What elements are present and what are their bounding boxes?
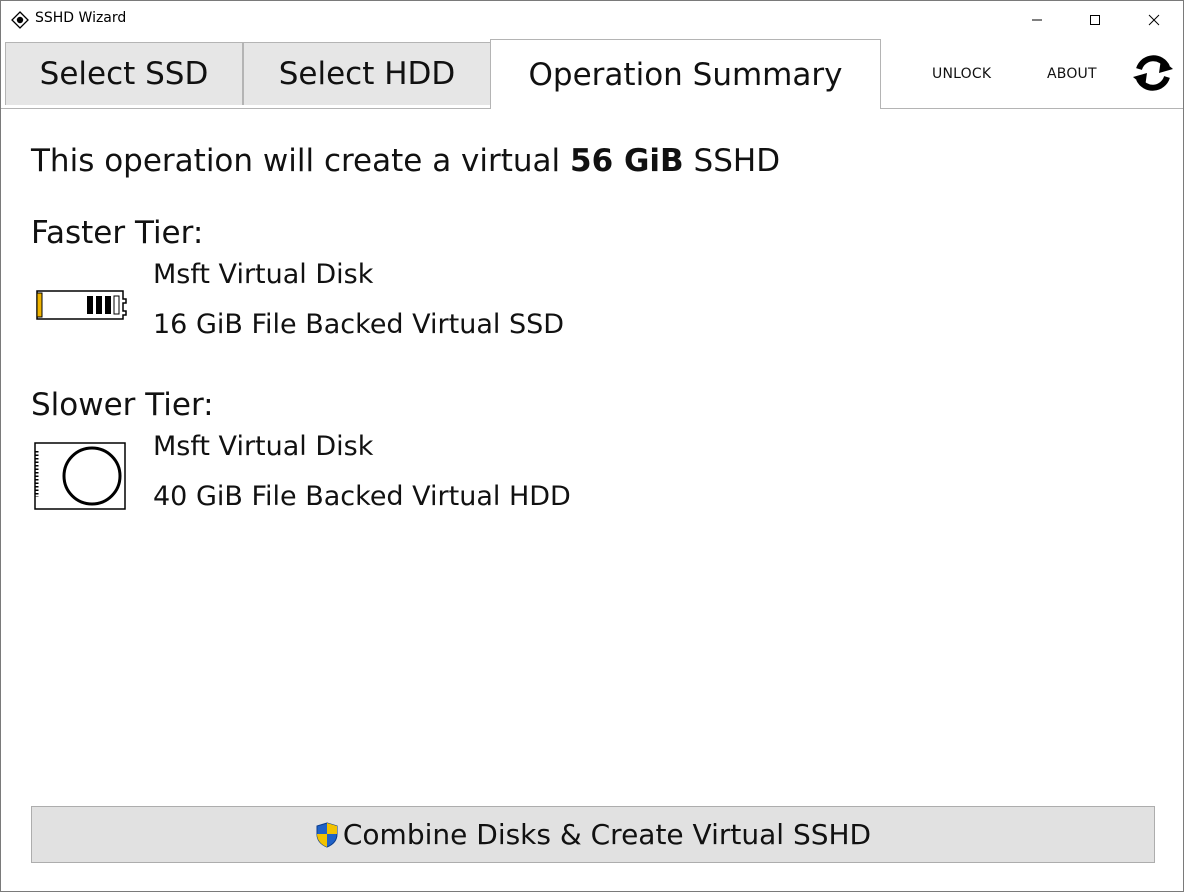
summary-size: 56 GiB: [570, 143, 684, 179]
summary-headline: This operation will create a virtual 56 …: [31, 143, 780, 179]
ssd-icon: [36, 290, 127, 320]
tab-bar: Select SSD Select HDD Operation Summary …: [1, 39, 1183, 109]
hdd-icon: [34, 442, 126, 510]
minimize-icon: [1032, 19, 1042, 21]
uac-shield-icon: [316, 821, 338, 848]
combine-disks-button[interactable]: Combine Disks & Create Virtual SSHD: [31, 806, 1155, 863]
close-button[interactable]: [1125, 1, 1183, 39]
tab-select-hdd[interactable]: Select HDD: [243, 42, 491, 105]
window-title: SSHD Wizard: [35, 10, 127, 26]
faster-tier-label: Faster Tier:: [31, 215, 204, 251]
tab-operation-summary[interactable]: Operation Summary: [490, 39, 881, 109]
ssd-disk-name: Msft Virtual Disk: [153, 259, 374, 290]
summary-panel: This operation will create a virtual 56 …: [1, 109, 1183, 891]
tab-select-ssd[interactable]: Select SSD: [5, 42, 243, 105]
about-link[interactable]: ABOUT: [1047, 66, 1097, 82]
maximize-button[interactable]: [1066, 1, 1124, 39]
summary-suffix: SSHD: [693, 143, 781, 179]
app-logo-icon: [11, 11, 29, 29]
summary-intro: This operation will create a virtual: [31, 143, 561, 179]
refresh-icon[interactable]: [1131, 51, 1175, 95]
combine-button-label: Combine Disks & Create Virtual SSHD: [342, 818, 872, 851]
minimize-button[interactable]: [1008, 1, 1066, 39]
unlock-link[interactable]: UNLOCK: [932, 66, 991, 82]
hdd-disk-name: Msft Virtual Disk: [153, 431, 374, 462]
app-window: SSHD Wizard Select SSD Select HDD Operat…: [0, 0, 1184, 892]
hdd-disk-description: 40 GiB File Backed Virtual HDD: [153, 481, 571, 512]
close-icon: [1148, 14, 1160, 26]
maximize-icon: [1090, 15, 1100, 25]
ssd-disk-description: 16 GiB File Backed Virtual SSD: [153, 309, 565, 340]
title-bar[interactable]: SSHD Wizard: [1, 1, 1183, 39]
slower-tier-label: Slower Tier:: [31, 387, 214, 423]
